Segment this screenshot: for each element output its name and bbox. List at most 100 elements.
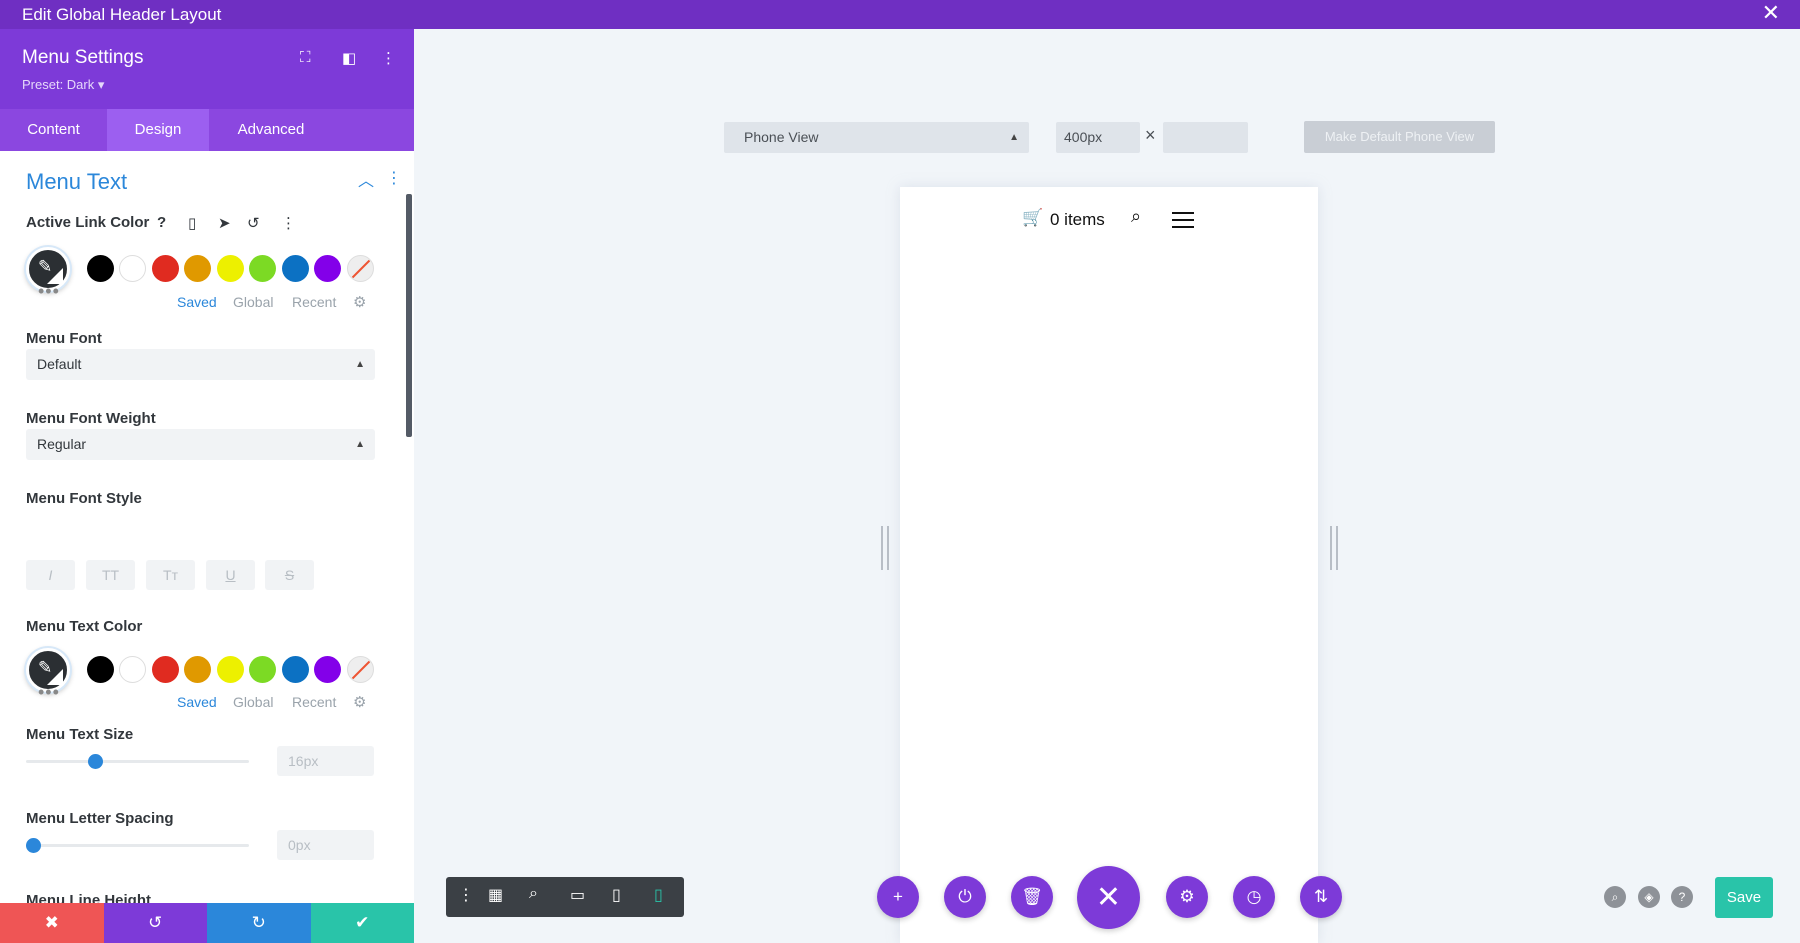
palette-tab-global[interactable]: Global [233, 694, 273, 710]
letter-spacing-slider-thumb[interactable] [26, 838, 41, 853]
responsive-icon[interactable]: ▯ [188, 214, 196, 232]
tab-advanced[interactable]: Advanced [209, 109, 333, 151]
apply-button[interactable]: ✔ [310, 903, 414, 943]
more-options-icon[interactable]: ⋮ [381, 49, 396, 67]
swatch-blue[interactable] [282, 656, 309, 683]
swatch-orange[interactable] [184, 255, 211, 282]
more-swatches-icon[interactable]: ••• [38, 281, 60, 302]
close-builder-button[interactable]: ✕ [1077, 866, 1140, 929]
phone-preview[interactable] [900, 187, 1318, 943]
letter-spacing-input[interactable] [277, 830, 374, 860]
palette-gear-icon[interactable]: ⚙ [353, 693, 366, 711]
window-title: Edit Global Header Layout [22, 5, 222, 24]
discard-button[interactable]: ✖ [0, 903, 104, 943]
layers-icon[interactable]: ◈ [1638, 886, 1660, 908]
tablet-view-icon[interactable]: ▯ [612, 885, 621, 905]
swatch-black[interactable] [87, 255, 114, 282]
hover-icon[interactable]: ➤ [218, 214, 231, 232]
view-select[interactable]: Phone View ▲ [724, 122, 1029, 153]
more-swatches-icon[interactable]: ••• [38, 682, 60, 703]
swatch-green[interactable] [249, 255, 276, 282]
menu-font-select[interactable]: Default ▲ [26, 349, 375, 380]
menu-font-weight-label: Menu Font Weight [26, 410, 156, 427]
swatch-purple[interactable] [314, 656, 341, 683]
cart-count[interactable]: 0 items [1050, 210, 1105, 230]
add-icon[interactable]: + [877, 876, 919, 918]
section-title[interactable]: Menu Text [26, 169, 127, 195]
times-icon: × [1145, 125, 1156, 145]
text-size-slider-thumb[interactable] [88, 754, 104, 769]
tab-content[interactable]: Content [0, 109, 107, 151]
palette-tab-global[interactable]: Global [233, 294, 273, 310]
text-size-slider[interactable] [26, 760, 249, 763]
close-icon[interactable]: ✕ [1762, 2, 1780, 24]
cart-icon[interactable]: 🛒 [1022, 208, 1043, 228]
swatch-none[interactable] [347, 255, 374, 282]
strikethrough-button[interactable]: S [265, 560, 314, 590]
italic-button[interactable]: I [26, 560, 75, 590]
menu-font-label: Menu Font [26, 330, 102, 347]
title-bar: Edit Global Header Layout ✕ [0, 0, 1800, 29]
undo-button[interactable]: ↺ [103, 903, 207, 943]
underline-button[interactable]: U [206, 560, 255, 590]
swatch-white[interactable] [119, 255, 146, 282]
palette-tab-recent[interactable]: Recent [292, 294, 336, 310]
power-icon[interactable]: ⏻ [944, 876, 986, 918]
reset-icon[interactable]: ↺ [247, 214, 260, 232]
make-default-view-button[interactable]: Make Default Phone View [1304, 121, 1495, 153]
panel-scrollbar[interactable] [406, 194, 412, 437]
palette-tab-recent[interactable]: Recent [292, 694, 336, 710]
help-icon[interactable]: ? [1671, 886, 1693, 908]
swatch-red[interactable] [152, 255, 179, 282]
phone-view-icon[interactable]: ▯ [654, 885, 663, 905]
swatch-yellow[interactable] [217, 656, 244, 683]
resize-handle-right[interactable] [1330, 526, 1338, 570]
palette-gear-icon[interactable]: ⚙ [353, 293, 366, 311]
swatch-white[interactable] [119, 656, 146, 683]
menu-font-weight-select[interactable]: Regular ▲ [26, 429, 375, 460]
redo-button[interactable]: ↻ [207, 903, 311, 943]
history-icon[interactable]: ◷ [1233, 876, 1275, 918]
chevron-up-icon[interactable]: ︿ [358, 167, 374, 191]
toolbar-menu-icon[interactable]: ⋮ [458, 885, 474, 905]
zoom-icon[interactable]: ⌕ [529, 885, 538, 903]
height-input[interactable] [1163, 122, 1248, 153]
text-size-input[interactable] [277, 746, 374, 776]
swatch-red[interactable] [152, 656, 179, 683]
tab-design[interactable]: Design [107, 109, 209, 151]
capitalize-button[interactable]: Tт [146, 560, 195, 590]
preset-selector[interactable]: Preset: Dark ▾ [22, 77, 104, 93]
fullscreen-icon[interactable]: ⛶ [300, 49, 311, 66]
hamburger-menu-icon[interactable] [1172, 212, 1194, 228]
swatch-none[interactable] [347, 656, 374, 683]
palette-tab-saved[interactable]: Saved [177, 294, 217, 310]
resize-handle-left[interactable] [881, 526, 889, 570]
split-view-icon[interactable]: ◧ [342, 49, 356, 67]
panel-header: Menu Settings Preset: Dark ▾ ⛶ ◧ ⋮ [0, 29, 414, 109]
trash-icon[interactable]: 🗑 [1011, 876, 1053, 918]
uppercase-button[interactable]: TT [86, 560, 135, 590]
letter-spacing-slider[interactable] [26, 844, 249, 847]
swatch-black[interactable] [87, 656, 114, 683]
find-icon[interactable]: ⌕ [1604, 886, 1626, 908]
menu-font-weight-value: Regular [37, 436, 87, 452]
settings-panel: Menu Settings Preset: Dark ▾ ⛶ ◧ ⋮ Conte… [0, 29, 414, 943]
desktop-view-icon[interactable]: ▭ [570, 885, 585, 905]
help-icon[interactable]: ? [157, 214, 166, 231]
panel-title: Menu Settings [22, 47, 144, 68]
search-icon[interactable]: ⌕ [1131, 206, 1141, 227]
label-options-icon[interactable]: ⋮ [281, 214, 296, 232]
menu-line-height-label: Menu Line Height [26, 892, 151, 903]
swatch-blue[interactable] [282, 255, 309, 282]
swatch-purple[interactable] [314, 255, 341, 282]
swatch-orange[interactable] [184, 656, 211, 683]
swatch-green[interactable] [249, 656, 276, 683]
width-input[interactable] [1056, 122, 1140, 153]
settings-icon[interactable]: ⚙ [1166, 876, 1208, 918]
sort-icon[interactable]: ⇅ [1300, 876, 1342, 918]
section-options-icon[interactable]: ⋮ [386, 168, 402, 188]
save-button[interactable]: Save [1715, 877, 1773, 918]
palette-tab-saved[interactable]: Saved [177, 694, 217, 710]
wireframe-icon[interactable]: ▦ [488, 885, 503, 905]
swatch-yellow[interactable] [217, 255, 244, 282]
